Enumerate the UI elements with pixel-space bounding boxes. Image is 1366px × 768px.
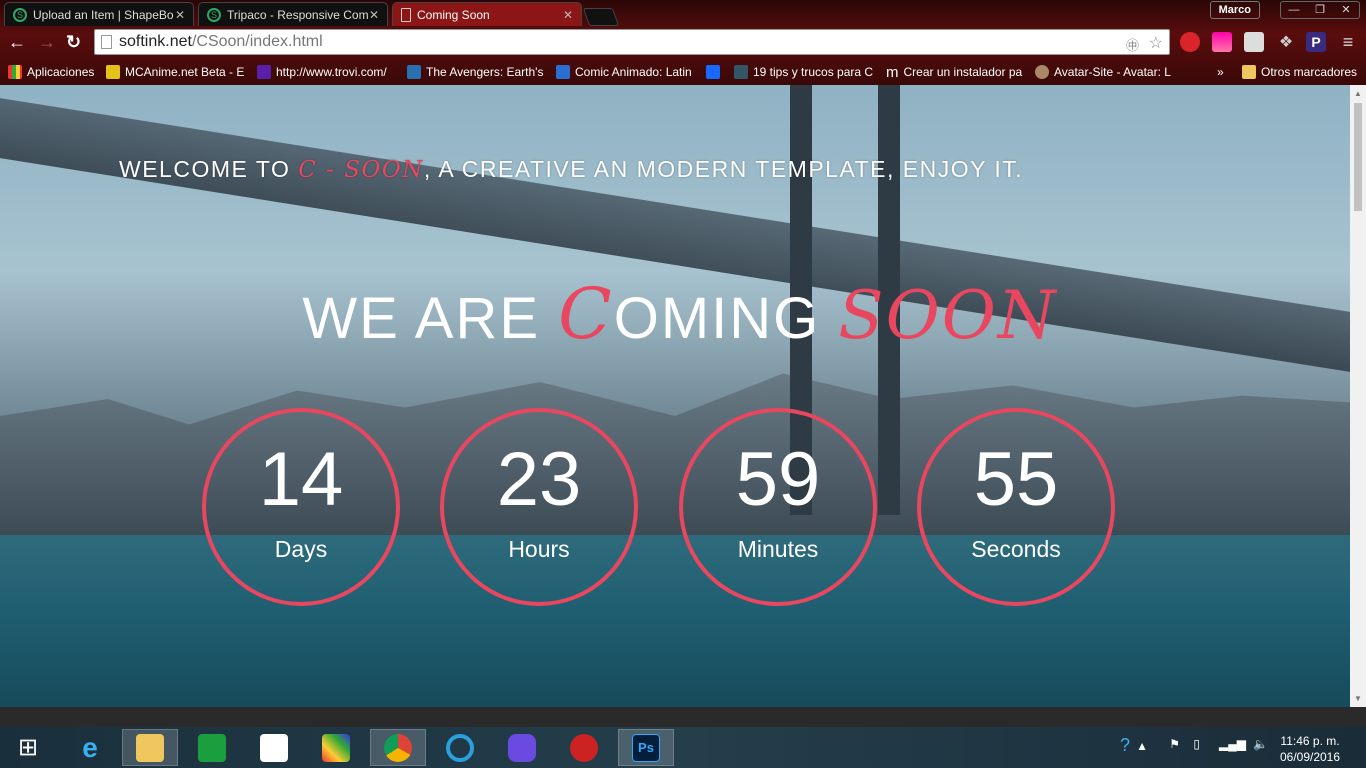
scroll-up-icon[interactable]: ▲ [1354,89,1362,98]
bookmark-behance[interactable] [706,65,720,79]
chrome-icon[interactable] [370,729,426,766]
avatar-icon [1035,65,1049,79]
tw-icon [734,65,748,79]
browser-chrome: S Upload an Item | ShapeBo ✕ S Tripaco - Re… [0,0,1366,85]
bookmark-mcanime[interactable]: MCAnime.net Beta - E [106,65,244,79]
tab-strip: S Upload an Item | ShapeBo ✕ S Tripaco - Re… [4,2,620,26]
close-tab-icon[interactable]: ✕ [563,8,573,22]
shapebootstrap-icon: S [207,7,221,22]
tab-tripaco[interactable]: S Tripaco - Responsive Com ✕ [198,2,388,26]
extension-cube-icon[interactable] [1244,32,1264,52]
m-icon: m [886,63,899,81]
back-icon[interactable]: ← [8,32,26,53]
new-tab-button[interactable] [582,8,620,26]
flag-icon[interactable]: ⚑ [1169,737,1180,751]
page-viewport: WELCOME TO C - SOON, A CREATIVE AN MODER… [0,85,1350,707]
scrollbar-thumb[interactable] [1354,103,1362,211]
bookmark-apps[interactable]: Aplicaciones [8,65,94,79]
extension-pink-icon[interactable] [1212,32,1232,52]
yahoo-icon [257,65,271,79]
window-controls: — ❐ ✕ [1280,1,1360,19]
battery-icon[interactable]: ▯ [1193,737,1200,751]
comic-icon [556,65,570,79]
colorful-app-icon[interactable] [308,729,364,766]
file-explorer-icon[interactable] [122,729,178,766]
mcanime-icon [106,65,120,79]
tab-upload-item[interactable]: S Upload an Item | ShapeBo ✕ [4,2,194,26]
translate-icon[interactable]: ㊥ [1126,34,1139,58]
bookmark-comic[interactable]: Comic Animado: Latin [556,65,692,79]
dropbox-icon[interactable] [246,729,302,766]
bookmark-instalador[interactable]: m Crear un instalador pa [886,64,1022,81]
apps-grid-icon [8,65,22,79]
vertical-scrollbar[interactable]: ▲ ▼ [1350,85,1366,707]
internet-explorer-icon[interactable]: e [62,729,118,766]
welcome-text: WELCOME TO C - SOON, A CREATIVE AN MODER… [119,156,1024,183]
bookmark-trovi[interactable]: http://www.trovi.com/ [257,65,387,79]
extension-p-icon[interactable]: P [1306,32,1326,52]
scroll-down-icon[interactable]: ▼ [1354,694,1362,703]
photoshop-icon[interactable]: Ps [618,729,674,766]
volume-icon[interactable]: 🔈 [1253,737,1268,751]
more-bookmarks-button[interactable]: » [1217,65,1224,79]
avengers-icon [407,65,421,79]
countdown-hours: 23 Hours [440,408,638,606]
other-bookmarks[interactable]: Otros marcadores [1242,65,1357,79]
behance-icon [706,65,720,79]
countdown-days: 14 Days [202,408,400,606]
adblock-icon[interactable] [1180,32,1200,52]
profile-button[interactable]: Marco [1209,1,1260,19]
menu-icon[interactable]: ≡ [1338,32,1358,52]
brand-name: C - SOON [298,157,424,183]
bookmarks-bar: Aplicaciones MCAnime.net Beta - E http:/… [0,60,1366,84]
taskbar: ⊞ e Ps ? ▲ ⚑ ▯ ▂▄▆ 🔈 11:46 p. m. 06/09/20… [0,727,1366,768]
dropbox-icon[interactable]: ❖ [1276,32,1296,52]
folder-icon [1242,65,1256,79]
blue-circle-app-icon[interactable] [432,729,488,766]
reload-icon[interactable]: ↻ [66,32,81,53]
bookmark-avatar[interactable]: Avatar-Site - Avatar: L [1035,65,1171,79]
page-icon [101,35,112,49]
clock[interactable]: 11:46 p. m. 06/09/2016 [1270,733,1350,765]
shapebootstrap-icon: S [13,7,27,22]
address-bar[interactable]: softink.net/CSoon/index.html ㊥ ☆ [94,29,1170,55]
restore-icon[interactable]: ❐ [1307,2,1333,18]
countdown-minutes: 59 Minutes [679,408,877,606]
store-icon[interactable] [184,729,240,766]
page-title: WE ARE COMING SOON [302,273,1058,355]
forward-icon[interactable]: → [38,32,56,53]
close-icon[interactable]: ✕ [1333,2,1359,18]
page-bottom-bar [0,707,1366,727]
minimize-icon[interactable]: — [1281,2,1307,18]
bookmark-avengers[interactable]: The Avengers: Earth's [407,65,543,79]
purple-app-icon[interactable] [494,729,550,766]
windows-start-icon[interactable]: ⊞ [0,729,56,766]
show-hidden-icons[interactable]: ▲ [1136,739,1148,753]
help-notification-icon[interactable]: ? [1120,735,1130,756]
bookmark-tips[interactable]: 19 tips y trucos para C [734,65,873,79]
countdown-seconds: 55 Seconds [917,408,1115,606]
page-icon [401,7,411,22]
close-tab-icon[interactable]: ✕ [369,8,379,22]
close-tab-icon[interactable]: ✕ [175,8,185,22]
star-icon[interactable]: ☆ [1149,32,1163,56]
signal-icon[interactable]: ▂▄▆ [1219,737,1246,751]
red-app-icon[interactable] [556,729,612,766]
tab-coming-soon[interactable]: Coming Soon ✕ [392,2,582,26]
